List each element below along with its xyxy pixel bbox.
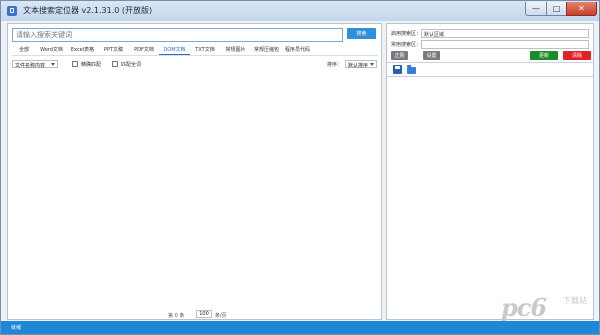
toolbar-divider [387, 76, 593, 77]
tab-dom[interactable]: DOM文档 [159, 44, 190, 55]
regex-button[interactable]: 正则 [391, 51, 408, 60]
sort-select[interactable]: 默认排序 [345, 60, 377, 69]
chevron-down-icon [51, 63, 55, 66]
pager-prefix: 第 0 条 [168, 313, 185, 319]
results-pane: 搜索 全部 Word文档 Excel表格 PPT文稿 PDF文档 DOM文档 T… [7, 23, 382, 320]
tab-images[interactable]: 常规图片 [220, 44, 251, 55]
common-area-field[interactable] [421, 40, 589, 49]
update-button[interactable]: 更新 [530, 51, 558, 60]
tab-archives[interactable]: 常规压缩包 [251, 44, 282, 55]
search-input[interactable] [12, 28, 343, 42]
chevron-down-icon [370, 63, 374, 66]
open-folder-icon[interactable] [407, 65, 416, 74]
app-icon [7, 6, 17, 16]
search-button[interactable]: 搜索 [347, 28, 376, 39]
app-window: 文本搜索定位器 v2.1.31.0 (开放版) — □ ✕ 搜索 全部 Word… [0, 0, 600, 335]
watermark-text: 下载站 [563, 296, 587, 305]
title-bar[interactable]: 文本搜索定位器 v2.1.31.0 (开放版) — □ ✕ [1, 1, 599, 21]
minimize-button[interactable]: — [525, 2, 547, 16]
clear-button[interactable]: 清除 [563, 51, 591, 60]
file-type-tabs: 全部 Word文档 Excel表格 PPT文稿 PDF文档 DOM文档 TXT文… [12, 44, 378, 55]
tab-txt[interactable]: TXT文档 [190, 44, 220, 55]
panel-divider [387, 62, 593, 63]
tab-word[interactable]: Word文档 [36, 44, 67, 55]
enabled-area-label: 启用搜索区： [391, 31, 422, 37]
exact-match-label: 精确匹配 [81, 62, 102, 68]
watermark-brand: pc6 [501, 293, 547, 322]
tab-divider [12, 55, 378, 56]
window-title: 文本搜索定位器 v2.1.31.0 (开放版) [23, 6, 153, 15]
maximize-button[interactable]: □ [546, 2, 567, 16]
tab-excel[interactable]: Excel表格 [67, 44, 98, 55]
exact-match-checkbox[interactable] [72, 61, 78, 67]
pager-suffix: 条/页 [215, 313, 227, 319]
close-button[interactable]: ✕ [566, 2, 597, 16]
common-area-label: 常用搜索区： [391, 42, 422, 48]
tab-all[interactable]: 全部 [12, 44, 36, 55]
sort-label: 排序： [327, 62, 343, 68]
enabled-area-field[interactable]: 默认区域 [421, 29, 589, 38]
status-text: 就绪 [11, 325, 22, 331]
results-list[interactable] [12, 71, 377, 311]
full-match-checkbox[interactable] [112, 61, 118, 67]
page-size-input[interactable]: 100 [196, 310, 212, 318]
tab-code[interactable]: 程序员代码 [282, 44, 313, 55]
sort-value: 默认排序 [348, 63, 369, 69]
save-icon[interactable] [393, 65, 402, 74]
tab-ppt[interactable]: PPT文稿 [98, 44, 129, 55]
tab-pdf[interactable]: PDF文档 [129, 44, 159, 55]
name-filter-select[interactable]: 文件名称内容 [12, 60, 58, 69]
settings-button[interactable]: 设置 [423, 51, 440, 60]
side-panel: 启用搜索区： 默认区域 常用搜索区： 正则 设置 更新 清除 [386, 23, 594, 320]
watermark-logo: pc6 下载站 [501, 293, 596, 323]
full-match-label: 匹配全词 [121, 62, 142, 68]
name-filter-value: 文件名称内容 [15, 63, 46, 69]
